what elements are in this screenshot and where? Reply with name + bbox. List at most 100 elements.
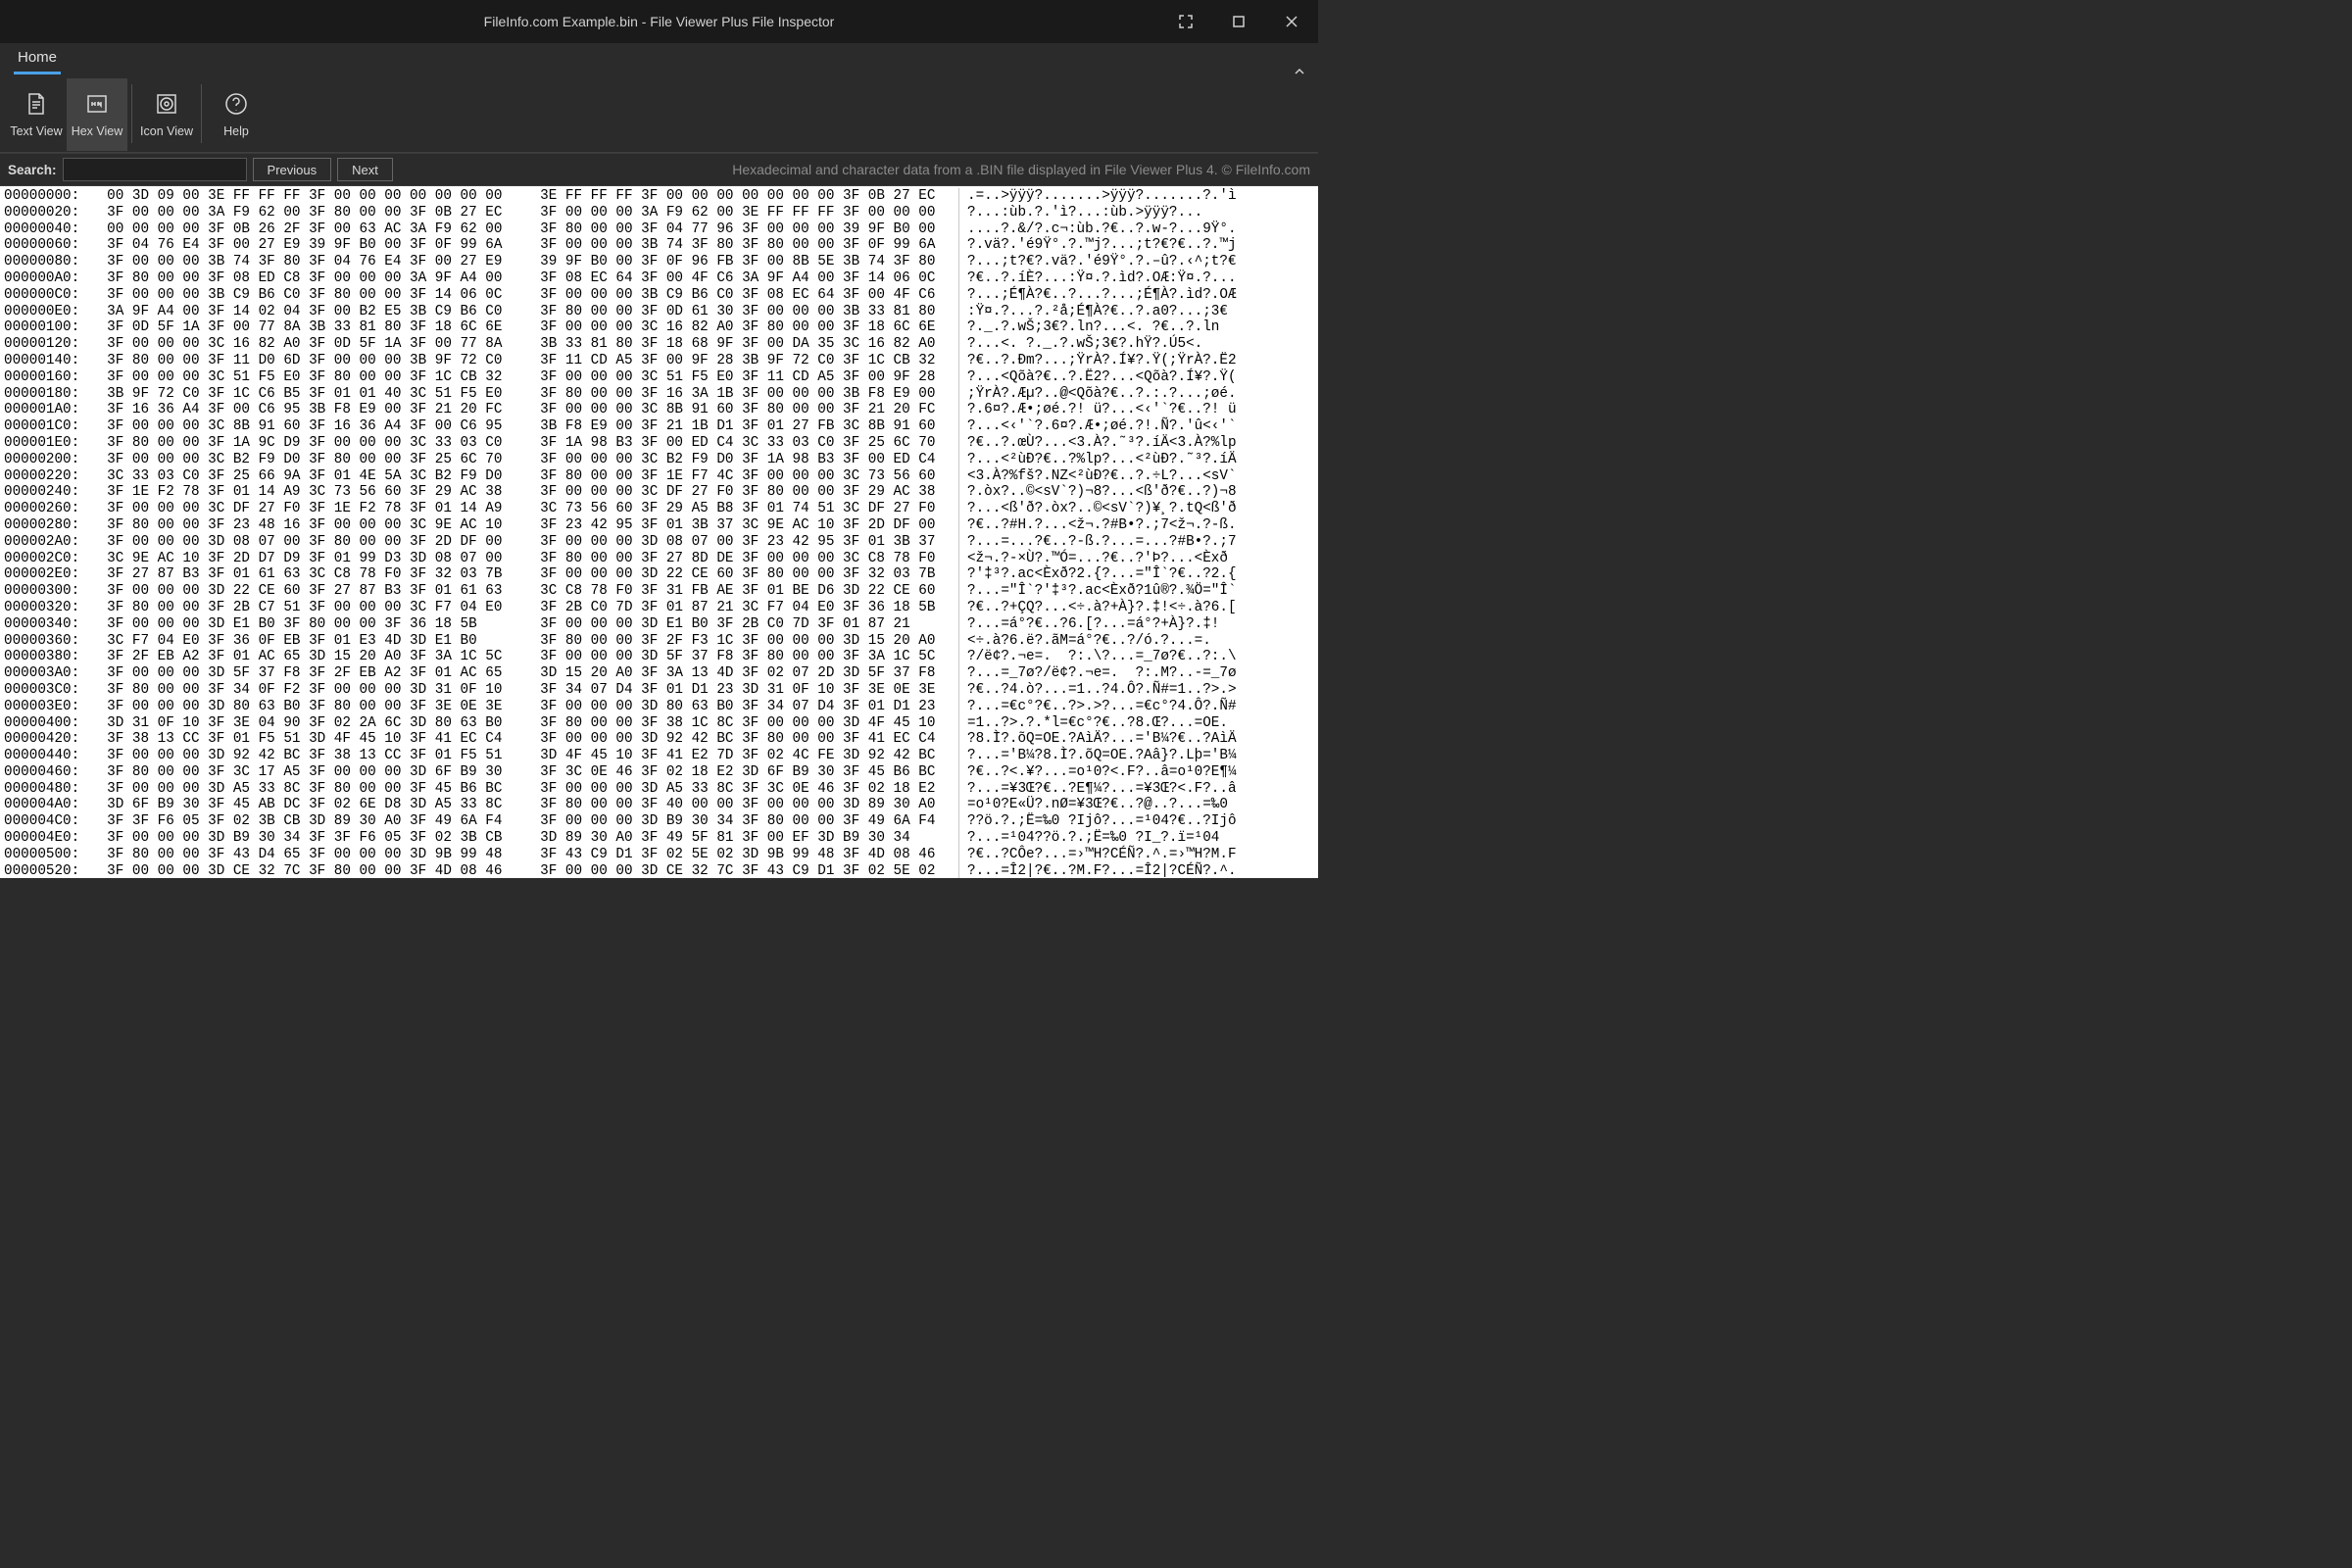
info-text: Hexadecimal and character data from a .B… xyxy=(732,162,1310,177)
fullscreen-button[interactable] xyxy=(1159,0,1212,43)
hex-offset: 000000E0: xyxy=(4,304,90,320)
hex-ascii: =1..?>.?.*l=€c°?€..?8.Œ?...=OE. xyxy=(958,715,1228,732)
hex-ascii: ?€..?#H.?...<ž¬.?#B•?.;7<ž¬.?-ß. xyxy=(958,517,1237,534)
hex-bytes-right: 3F 00 00 00 3A F9 62 00 3E FF FF FF 3F 0… xyxy=(523,205,956,221)
hex-bytes-right: 3F 1A 98 B3 3F 00 ED C4 3C 33 03 C0 3F 2… xyxy=(523,435,956,452)
text-view-label: Text View xyxy=(10,124,62,138)
hex-offset: 000002A0: xyxy=(4,534,90,551)
hex-row: 00000020: 3F 00 00 00 3A F9 62 00 3F 80 … xyxy=(4,205,1318,221)
hex-ascii: ?...<Qõà?€..?.Ë2?...<Qõà?.Í¥?.Ÿ( xyxy=(958,369,1237,386)
icon-view-button[interactable]: Icon View xyxy=(136,78,197,151)
text-view-button[interactable]: Text View xyxy=(6,78,67,151)
hex-offset: 000002C0: xyxy=(4,551,90,567)
hex-row: 00000180: 3B 9F 72 C0 3F 1C C6 B5 3F 01 … xyxy=(4,386,1318,403)
hex-row: 00000340: 3F 00 00 00 3D E1 B0 3F 80 00 … xyxy=(4,616,1318,633)
hex-offset: 00000200: xyxy=(4,452,90,468)
hex-ascii: ?.vä?.'é9Ÿ°.?.™j?...;t?€?€..?.™j xyxy=(958,237,1237,254)
hex-row: 000004E0: 3F 00 00 00 3D B9 30 34 3F 3F … xyxy=(4,830,1318,847)
hex-bytes-right: 3F 43 C9 D1 3F 02 5E 02 3D 9B 99 48 3F 4… xyxy=(523,847,956,863)
hex-offset: 00000000: xyxy=(4,188,90,205)
hex-bytes-right: 3F 2B C0 7D 3F 01 87 21 3C F7 04 E0 3F 3… xyxy=(523,600,956,616)
hex-ascii: ?€..?4.ò?...=1..?4.Ô?.Ñ#=1..?>.> xyxy=(958,682,1237,699)
hex-ascii: ....?.&/?.c¬:ùb.?€..?.w-?...9Ÿ°. xyxy=(958,221,1237,238)
hex-bytes-left: 3F 27 87 B3 3F 01 61 63 3C C8 78 F0 3F 3… xyxy=(90,566,523,583)
hex-offset: 000004E0: xyxy=(4,830,90,847)
next-button[interactable]: Next xyxy=(337,158,393,181)
hex-bytes-right: 3F 00 00 00 3B C9 B6 C0 3F 08 EC 64 3F 0… xyxy=(523,287,956,304)
hex-bytes-right: 3F 00 00 00 3B 74 3F 80 3F 80 00 00 3F 0… xyxy=(523,237,956,254)
hex-row: 000004C0: 3F 3F F6 05 3F 02 3B CB 3D 89 … xyxy=(4,813,1318,830)
hex-ascii: ?€..?CÔe?...=›™H?CÉÑ?.^.=›™H?M.F xyxy=(958,847,1237,863)
hex-row: 00000240: 3F 1E F2 78 3F 01 14 A9 3C 73 … xyxy=(4,484,1318,501)
maximize-button[interactable] xyxy=(1212,0,1265,43)
hex-row: 00000480: 3F 00 00 00 3D A5 33 8C 3F 80 … xyxy=(4,781,1318,798)
hex-bytes-left: 3F 00 00 00 3D A5 33 8C 3F 80 00 00 3F 4… xyxy=(90,781,523,798)
titlebar: FileInfo.com Example.bin - File Viewer P… xyxy=(0,0,1318,43)
hex-row: 000002A0: 3F 00 00 00 3D 08 07 00 3F 80 … xyxy=(4,534,1318,551)
ribbon-separator xyxy=(201,84,202,143)
hex-ascii: ?€..?.íÈ?...:Ÿ¤.?.ìd?.OÆ:Ÿ¤.?... xyxy=(958,270,1237,287)
hex-row: 00000300: 3F 00 00 00 3D 22 CE 60 3F 27 … xyxy=(4,583,1318,600)
hex-offset: 00000520: xyxy=(4,863,90,878)
hex-bytes-right: 3F 00 00 00 3D A5 33 8C 3F 3C 0E 46 3F 0… xyxy=(523,781,956,798)
hex-row: 00000260: 3F 00 00 00 3C DF 27 F0 3F 1E … xyxy=(4,501,1318,517)
previous-button[interactable]: Previous xyxy=(253,158,332,181)
hex-bytes-right: 3F 00 00 00 3D 80 63 B0 3F 34 07 D4 3F 0… xyxy=(523,699,956,715)
hex-ascii: ?...=Î2|?€..?M.F?...=Î2|?CÉÑ?.^. xyxy=(958,863,1237,878)
ribbon-separator xyxy=(131,84,132,143)
tab-home[interactable]: Home xyxy=(14,43,61,74)
hex-bytes-left: 00 3D 09 00 3E FF FF FF 3F 00 00 00 00 0… xyxy=(90,188,523,205)
hex-row: 00000000: 00 3D 09 00 3E FF FF FF 3F 00 … xyxy=(4,188,1318,205)
hex-ascii: ?/ë¢?.¬e=. ?:.\?...=_7ø?€..?:.\ xyxy=(958,649,1237,665)
hex-bytes-left: 3F 80 00 00 3F 08 ED C8 3F 00 00 00 3A 9… xyxy=(90,270,523,287)
hex-ascii: ?...<. ?._.?.wŠ;3€?.hŸ?.Ú5<. xyxy=(958,336,1211,353)
help-label: Help xyxy=(223,124,249,138)
hex-bytes-left: 3F 2F EB A2 3F 01 AC 65 3D 15 20 A0 3F 3… xyxy=(90,649,523,665)
hex-row: 00000320: 3F 80 00 00 3F 2B C7 51 3F 00 … xyxy=(4,600,1318,616)
hex-bytes-left: 3C F7 04 E0 3F 36 0F EB 3F 01 E3 4D 3D E… xyxy=(90,633,523,650)
hex-row: 00000360: 3C F7 04 E0 3F 36 0F EB 3F 01 … xyxy=(4,633,1318,650)
hex-bytes-left: 3F 80 00 00 3F 23 48 16 3F 00 00 00 3C 9… xyxy=(90,517,523,534)
hex-ascii: ?...=€c°?€..?>.>?...=€c°?4.Ô?.Ñ# xyxy=(958,699,1237,715)
help-button[interactable]: Help xyxy=(206,78,267,151)
hex-bytes-left: 3F 00 00 00 3C 16 82 A0 3F 0D 5F 1A 3F 0… xyxy=(90,336,523,353)
hex-offset: 00000400: xyxy=(4,715,90,732)
hex-bytes-right: 3F 00 00 00 3D 5F 37 F8 3F 80 00 00 3F 3… xyxy=(523,649,956,665)
hex-row: 00000460: 3F 80 00 00 3F 3C 17 A5 3F 00 … xyxy=(4,764,1318,781)
hex-ascii: ??ö.?.;Ë=‰0 ?Ijô?...=¹04?€..?Ijô xyxy=(958,813,1237,830)
hex-bytes-left: 3C 9E AC 10 3F 2D D7 D9 3F 01 99 D3 3D 0… xyxy=(90,551,523,567)
hex-offset: 00000080: xyxy=(4,254,90,270)
hex-bytes-right: 3F 80 00 00 3F 38 1C 8C 3F 00 00 00 3D 4… xyxy=(523,715,956,732)
hex-bytes-right: 3F 00 00 00 3D 22 CE 60 3F 80 00 00 3F 3… xyxy=(523,566,956,583)
hex-row: 000004A0: 3D 6F B9 30 3F 45 AB DC 3F 02 … xyxy=(4,797,1318,813)
hex-row: 00000500: 3F 80 00 00 3F 43 D4 65 3F 00 … xyxy=(4,847,1318,863)
hex-bytes-right: 3C C8 78 F0 3F 31 FB AE 3F 01 BE D6 3D 2… xyxy=(523,583,956,600)
hex-bytes-left: 3F 00 00 00 3D CE 32 7C 3F 80 00 00 3F 4… xyxy=(90,863,523,878)
hex-bytes-right: 3F 80 00 00 3F 0D 61 30 3F 00 00 00 3B 3… xyxy=(523,304,956,320)
hex-row: 00000160: 3F 00 00 00 3C 51 F5 E0 3F 80 … xyxy=(4,369,1318,386)
hex-ascii: ?€..?<.¥?...=o¹0?<.F?..â=o¹0?E¶¼ xyxy=(958,764,1237,781)
hex-bytes-left: 3F 38 13 CC 3F 01 F5 51 3D 4F 45 10 3F 4… xyxy=(90,731,523,748)
close-button[interactable] xyxy=(1265,0,1318,43)
hex-bytes-left: 3F 00 00 00 3D 92 42 BC 3F 38 13 CC 3F 0… xyxy=(90,748,523,764)
hex-bytes-right: 3F 80 00 00 3F 2F F3 1C 3F 00 00 00 3D 1… xyxy=(523,633,956,650)
hex-bytes-left: 3A 9F A4 00 3F 14 02 04 3F 00 B2 E5 3B C… xyxy=(90,304,523,320)
hex-ascii: <÷.à?6.ë?.ãM=á°?€..?/ó.?...=. xyxy=(958,633,1228,650)
hex-view-button[interactable]: Hex View xyxy=(67,78,127,151)
hex-bytes-left: 3D 6F B9 30 3F 45 AB DC 3F 02 6E D8 3D A… xyxy=(90,797,523,813)
hex-bytes-right: 3D 4F 45 10 3F 41 E2 7D 3F 02 4C FE 3D 9… xyxy=(523,748,956,764)
hex-ascii: ?'‡³?.ac<Èxð?2.{?...="Î`?€..?2.{ xyxy=(958,566,1237,583)
hex-bytes-left: 3F 04 76 E4 3F 00 27 E9 39 9F B0 00 3F 0… xyxy=(90,237,523,254)
hex-view-label: Hex View xyxy=(72,124,123,138)
collapse-ribbon-button[interactable] xyxy=(1293,65,1312,84)
hex-bytes-right: 3F 3C 0E 46 3F 02 18 E2 3D 6F B9 30 3F 4… xyxy=(523,764,956,781)
hex-offset: 00000360: xyxy=(4,633,90,650)
hex-bytes-left: 3F 80 00 00 3F 11 D0 6D 3F 00 00 00 3B 9… xyxy=(90,353,523,369)
hex-bytes-right: 3F 00 00 00 3D 92 42 BC 3F 80 00 00 3F 4… xyxy=(523,731,956,748)
hex-offset: 00000480: xyxy=(4,781,90,798)
hex-bytes-left: 3F 3F F6 05 3F 02 3B CB 3D 89 30 A0 3F 4… xyxy=(90,813,523,830)
hex-viewer[interactable]: 00000000: 00 3D 09 00 3E FF FF FF 3F 00 … xyxy=(0,186,1318,878)
hex-bytes-right: 3F 00 00 00 3D 08 07 00 3F 23 42 95 3F 0… xyxy=(523,534,956,551)
window-controls xyxy=(1159,0,1318,43)
search-input[interactable] xyxy=(63,158,247,181)
